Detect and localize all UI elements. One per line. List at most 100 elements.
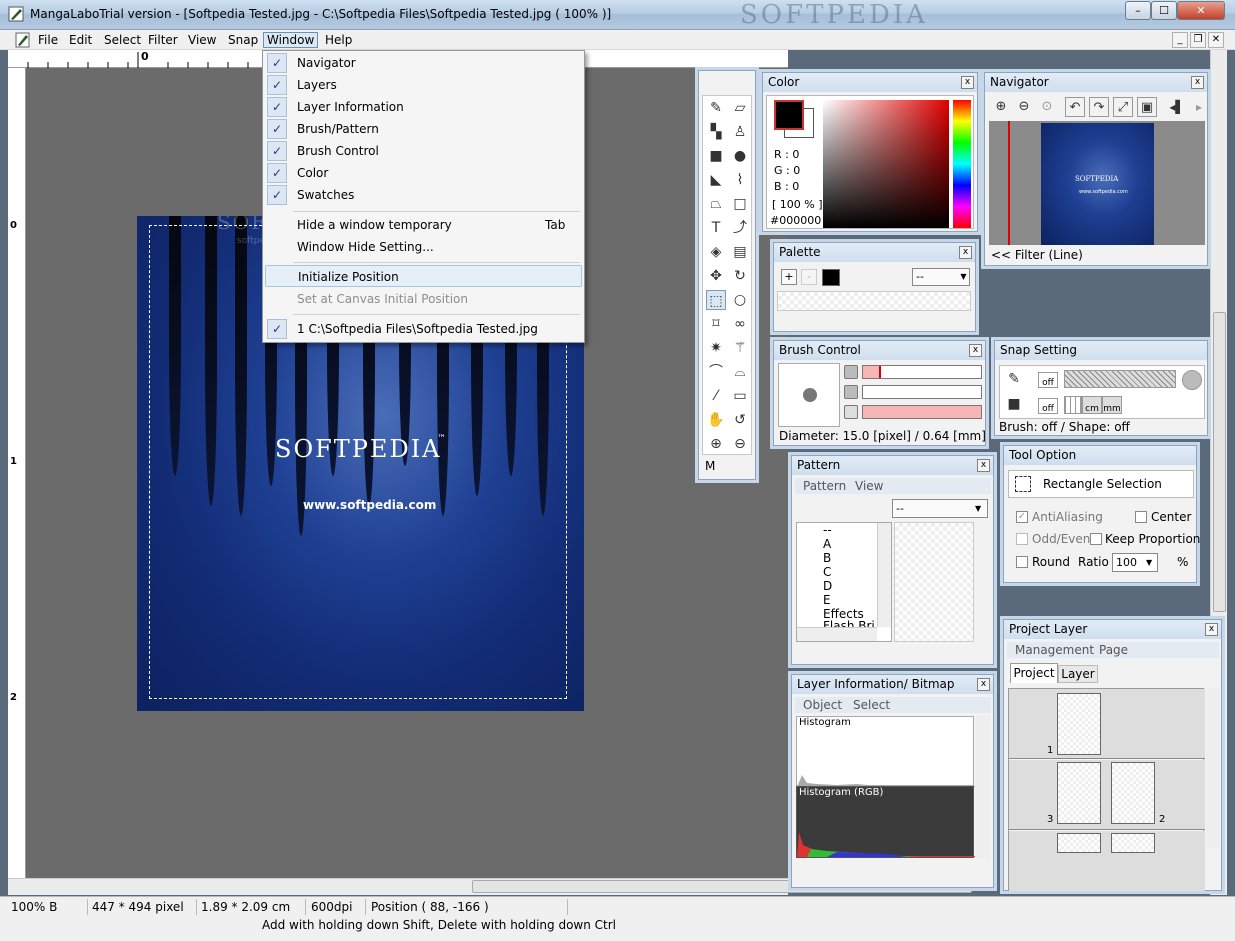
menu-item-hide-setting[interactable]: Window Hide Setting... <box>265 236 582 258</box>
polygon-selection-tool-icon[interactable]: ⌑ <box>706 314 726 334</box>
pattern-preview[interactable] <box>894 522 974 642</box>
navigator-close-button[interactable]: x <box>1191 76 1204 89</box>
magic-wand-brush-tool-icon[interactable]: ⚚ <box>730 338 750 358</box>
navigator-preview[interactable]: SOFTPEDIA www.softpedia.com <box>989 121 1205 245</box>
vertical-scroll-thumb[interactable] <box>1213 312 1226 612</box>
menu-item-layer-information[interactable]: ✓ Layer Information <box>265 96 582 118</box>
menu-item-hide-temporary[interactable]: Hide a window temporary Tab <box>265 214 582 236</box>
polygon-fill-tool-icon[interactable]: ◣ <box>706 170 726 190</box>
bucket-tool-icon[interactable]: ◈ <box>706 242 726 262</box>
pattern-tree-item[interactable]: E <box>823 593 831 607</box>
round-checkbox[interactable] <box>1016 556 1028 568</box>
snap-brush-off-button[interactable]: off <box>1038 372 1058 388</box>
minimize-button[interactable]: – <box>1125 1 1151 20</box>
pattern-tree-item[interactable]: C <box>823 565 831 579</box>
bezier-tool-icon[interactable]: ⤴ <box>730 218 750 238</box>
page-thumbnail[interactable] <box>1057 693 1101 755</box>
rectangle-selection-tool-icon[interactable]: ⬚ <box>706 290 726 310</box>
ruler-tool-icon[interactable]: ▭ <box>730 386 750 406</box>
layer-information-close-button[interactable]: x <box>977 678 990 691</box>
color-palette-close-button[interactable]: x <box>961 76 974 89</box>
nav-rotate-left-icon[interactable]: ↶ <box>1065 97 1085 117</box>
palette-remove-button[interactable]: - <box>801 269 817 285</box>
pattern-tree-item[interactable]: A <box>823 537 831 551</box>
lasso-fill-tool-icon[interactable]: ⌇ <box>730 170 750 190</box>
rotate-view-tool-icon[interactable]: ↺ <box>730 410 750 430</box>
palette-current-swatch[interactable] <box>822 269 840 286</box>
snap-mm-button[interactable]: mm <box>1102 396 1122 414</box>
mdi-close-button[interactable]: ✕ <box>1208 32 1224 48</box>
pattern-tree-item[interactable]: -- <box>823 523 832 537</box>
selection-pen-tool-icon[interactable]: ⌒ <box>706 362 726 382</box>
layer-info-menu-select[interactable]: Select <box>853 698 890 712</box>
pattern-menu-pattern[interactable]: Pattern <box>803 479 846 493</box>
foreground-color-swatch[interactable] <box>774 100 804 130</box>
nav-fit-icon[interactable]: ⤢ <box>1113 97 1133 117</box>
pattern-tree-hscroll[interactable] <box>797 627 877 641</box>
pattern-close-button[interactable]: x <box>977 459 990 472</box>
brush-size-slider[interactable] <box>862 365 982 379</box>
project-menu-page[interactable]: Page <box>1099 643 1128 657</box>
brush-density-slider[interactable] <box>862 405 982 419</box>
menu-item-brush-pattern[interactable]: ✓ Brush/Pattern <box>265 118 582 140</box>
page-row[interactable] <box>1009 831 1205 891</box>
snap-circle-icon[interactable] <box>1182 370 1202 390</box>
pattern-tree[interactable]: -- A B C D E Effects Flash Bri... <box>796 522 892 642</box>
menu-help[interactable]: Help <box>322 32 355 48</box>
text-tool-icon[interactable]: T <box>706 218 726 238</box>
pattern-tree-item[interactable]: B <box>823 551 831 565</box>
palette-swatch-grid[interactable] <box>777 291 971 311</box>
maximize-button[interactable]: ☐ <box>1151 1 1177 20</box>
mdi-restore-button[interactable]: ❐ <box>1190 32 1206 48</box>
brush-density-knob-icon[interactable] <box>844 405 858 419</box>
polygon-tool-icon[interactable]: ⏢ <box>706 194 726 214</box>
gradient-tool-icon[interactable]: ▤ <box>730 242 750 262</box>
magic-wand-tool-icon[interactable]: ✷ <box>706 338 726 358</box>
mdi-minimize-button[interactable]: _ <box>1172 32 1188 48</box>
saturation-value-picker[interactable] <box>823 100 949 228</box>
eraser-tool-icon[interactable]: ▱ <box>730 98 750 118</box>
menu-item-recent-file[interactable]: ✓ 1 C:\Softpedia Files\Softpedia Tested.… <box>265 318 582 340</box>
menu-view[interactable]: View <box>185 32 219 48</box>
ellipse-selection-tool-icon[interactable]: ○ <box>730 290 750 310</box>
nav-zoom-out-icon[interactable]: ⊖ <box>1014 97 1034 117</box>
hand-tool-icon[interactable]: ✋ <box>706 410 726 430</box>
snap-grid-icon[interactable] <box>1064 396 1082 414</box>
ellipse-fill-tool-icon[interactable]: ● <box>730 146 750 166</box>
brush-control-close-button[interactable]: x <box>969 344 982 357</box>
dither-tool-icon[interactable]: ▚ <box>706 122 726 142</box>
nav-zoom-in-icon[interactable]: ⊕ <box>991 97 1011 117</box>
nav-next-icon[interactable]: ▸ <box>1189 97 1209 117</box>
snap-cm-button[interactable]: cm <box>1082 396 1102 414</box>
pencil-tool-icon[interactable]: ✎ <box>706 98 726 118</box>
move-tool-icon[interactable]: ✥ <box>706 266 726 286</box>
brush-size-knob-icon[interactable] <box>844 365 858 379</box>
pattern-tree-vscroll[interactable] <box>877 523 891 627</box>
tab-layer[interactable]: Layer <box>1058 665 1098 683</box>
menu-file[interactable]: File <box>35 32 61 48</box>
menu-item-brush-control[interactable]: ✓ Brush Control <box>265 140 582 162</box>
pattern-set-dropdown[interactable]: -- <box>892 499 988 518</box>
snap-shape-off-button[interactable]: off <box>1038 398 1058 414</box>
nav-zoom-reset-icon[interactable]: ⊙ <box>1037 97 1057 117</box>
lasso-selection-tool-icon[interactable]: ∞ <box>730 314 750 334</box>
nav-prev-icon[interactable]: ◂▌ <box>1167 97 1187 117</box>
menu-item-swatches[interactable]: ✓ Swatches <box>265 184 582 206</box>
palette-close-button[interactable]: x <box>959 246 972 259</box>
page-thumbnail[interactable] <box>1111 833 1155 853</box>
menu-select[interactable]: Select <box>101 32 144 48</box>
odd-even-checkbox[interactable] <box>1016 533 1028 545</box>
zoom-out-tool-icon[interactable]: ⊖ <box>730 434 750 454</box>
brush-opacity-knob-icon[interactable] <box>844 385 858 399</box>
navigator-filter-label[interactable]: << Filter (Line) <box>991 248 1083 262</box>
brush-opacity-slider[interactable] <box>862 385 982 399</box>
menu-item-layers[interactable]: ✓ Layers <box>265 74 582 96</box>
close-button[interactable]: ✕ <box>1177 1 1225 20</box>
tab-project[interactable]: Project <box>1010 663 1058 683</box>
menu-item-color[interactable]: ✓ Color <box>265 162 582 184</box>
page-thumbnail[interactable] <box>1057 833 1101 853</box>
page-row[interactable]: 1 <box>1009 689 1205 759</box>
zoom-in-tool-icon[interactable]: ⊕ <box>706 434 726 454</box>
stamp-tool-icon[interactable]: ♙ <box>730 122 750 142</box>
hue-slider[interactable] <box>953 100 971 228</box>
